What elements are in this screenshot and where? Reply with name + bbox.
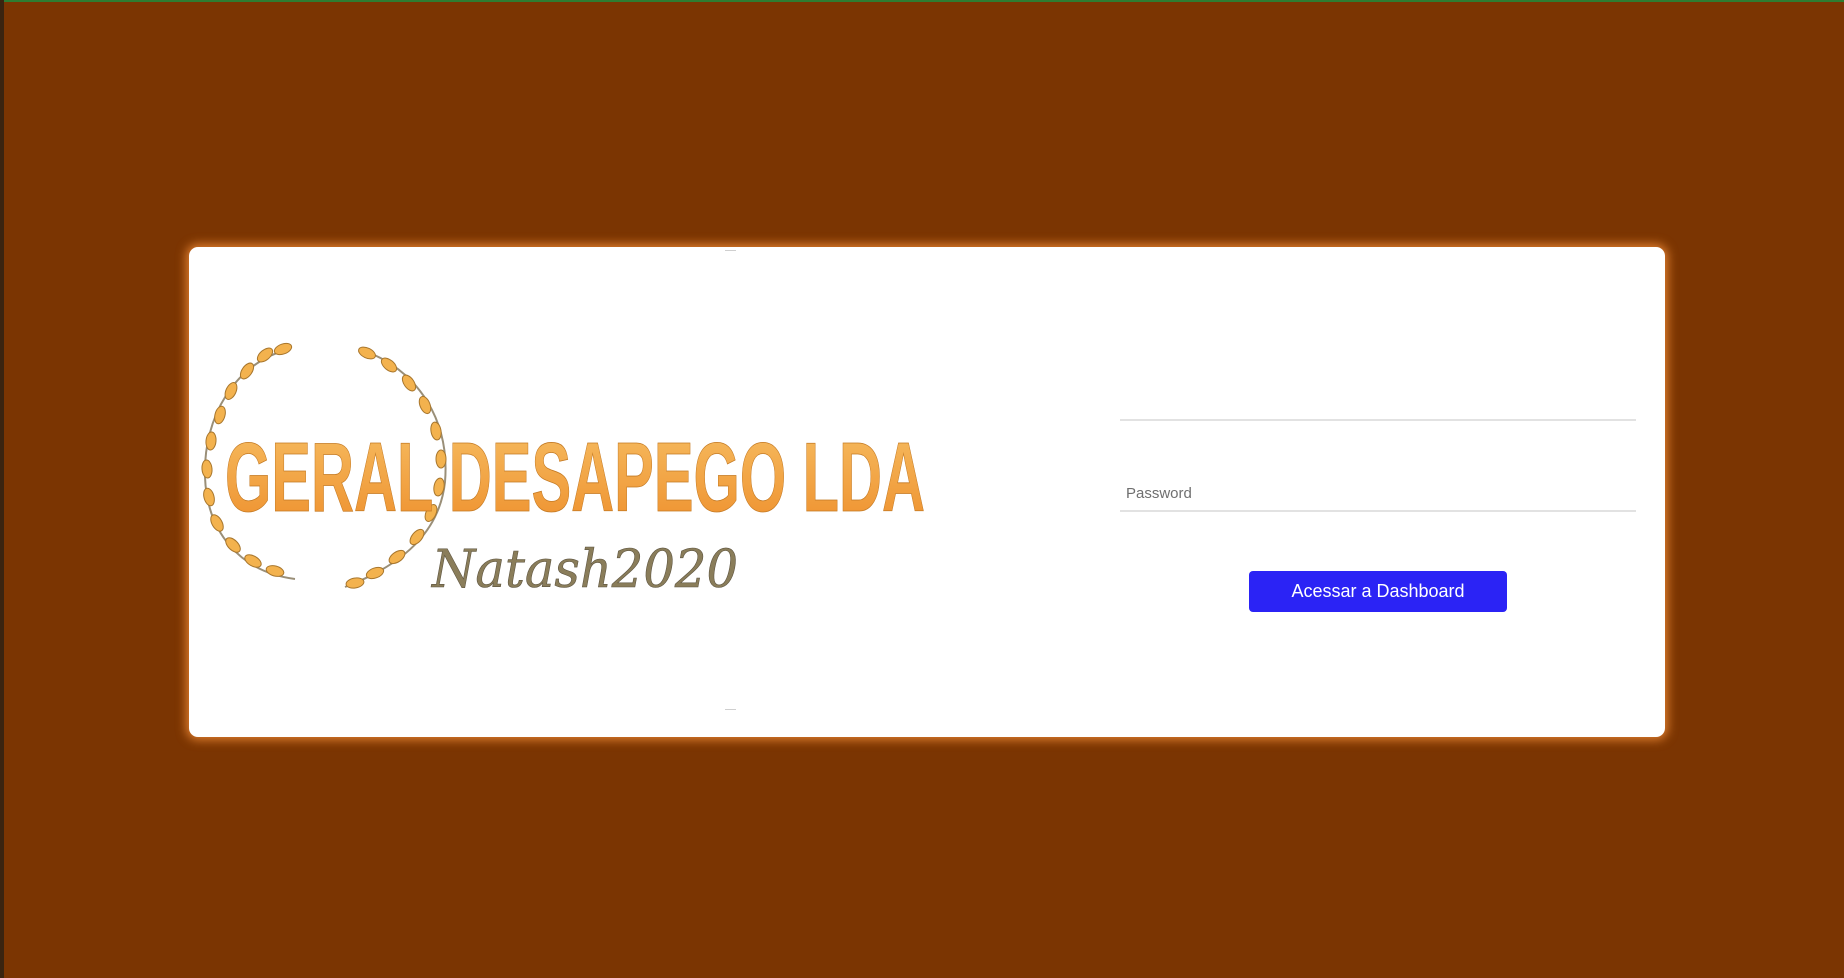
company-logo: GERAL DESAPEGO LDA Natash2020 (195, 337, 943, 619)
top-border-line (0, 0, 1844, 2)
left-window-edge (0, 0, 4, 978)
access-dashboard-button[interactable]: Acessar a Dashboard (1249, 571, 1507, 612)
logo-top-marker (725, 250, 736, 251)
username-field[interactable] (1120, 385, 1636, 421)
password-field[interactable] (1120, 476, 1636, 512)
company-name-text: GERAL DESAPEGO LDA (225, 422, 925, 532)
logo-bottom-marker (725, 709, 736, 710)
tagline-text: Natash2020 (430, 540, 738, 600)
login-card: GERAL DESAPEGO LDA Natash2020 Acessar a … (189, 247, 1665, 737)
